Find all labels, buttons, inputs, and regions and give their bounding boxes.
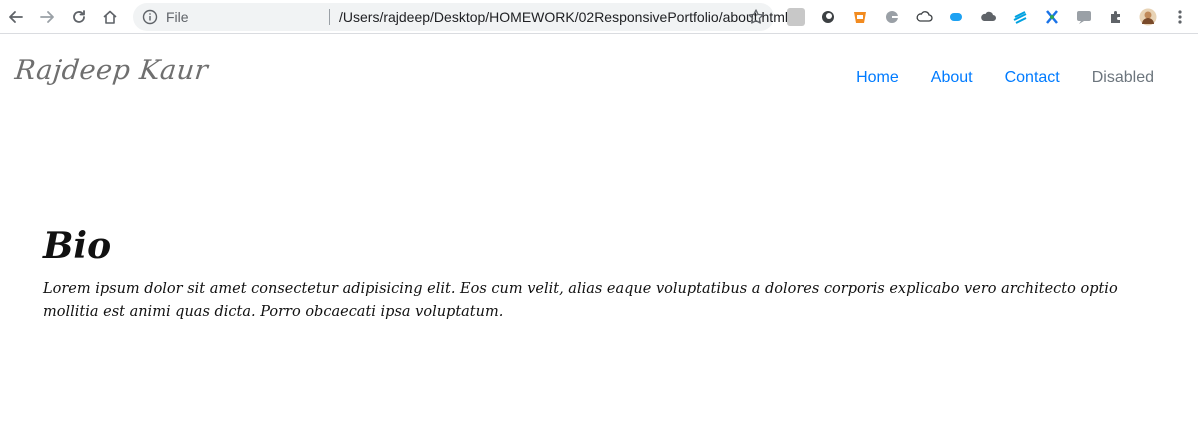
cloud-dark-icon[interactable] [979,8,997,26]
reload-button[interactable] [67,5,91,29]
extension-8-icon[interactable] [1011,8,1029,26]
url-text[interactable]: /Users/rajdeep/Desktop/HOMEWORK/02Respon… [339,9,788,25]
arrow-left-icon [9,11,23,23]
star-icon[interactable] [747,8,765,26]
avatar[interactable] [1139,8,1157,26]
extension-3-icon[interactable] [851,8,869,26]
extension-1-icon[interactable] [787,8,805,26]
arrow-right-icon [40,11,54,23]
site-nav: Home About Contact Disabled [840,68,1170,88]
url-scheme: File [166,9,189,25]
page-content: Rajdeep Kaur Home About Contact Disabled… [0,35,1198,445]
forward-button[interactable] [35,5,59,29]
extension-10-icon[interactable] [1075,8,1093,26]
brand-logo[interactable]: Rajdeep Kaur [13,55,209,86]
nav-disabled-link: Disabled [1091,69,1154,86]
extension-4-icon[interactable] [883,8,901,26]
extension-9-icon[interactable] [1043,8,1061,26]
back-button[interactable] [4,5,28,29]
page-title: Bio [43,225,112,267]
nav-home-link[interactable]: Home [840,68,915,88]
home-icon [103,10,117,24]
url-divider [329,9,330,25]
cloud-icon[interactable] [915,8,933,26]
nav-contact-link[interactable]: Contact [989,68,1076,88]
address-bar[interactable]: File /Users/rajdeep/Desktop/HOMEWORK/02R… [133,3,788,31]
info-icon[interactable] [142,9,158,25]
nav-about-link[interactable]: About [915,68,989,88]
home-button[interactable] [98,5,122,29]
extension-2-icon[interactable] [819,8,837,26]
bio-paragraph: Lorem ipsum dolor sit amet consectetur a… [43,281,1118,320]
puzzle-icon[interactable] [1107,8,1125,26]
extension-6-icon[interactable] [947,8,965,26]
kebab-menu-icon[interactable] [1171,8,1189,26]
browser-toolbar: File /Users/rajdeep/Desktop/HOMEWORK/02R… [0,0,1198,34]
reload-icon [73,10,85,23]
